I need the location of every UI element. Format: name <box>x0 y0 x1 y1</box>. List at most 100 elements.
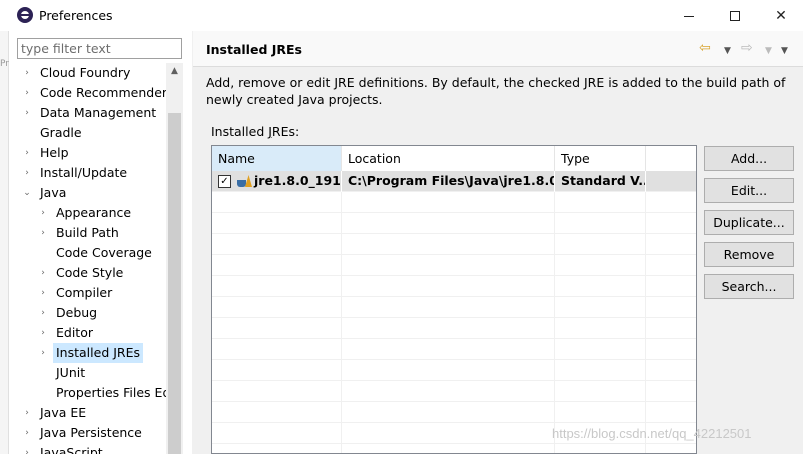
tree-scrollbar[interactable]: ▲ <box>166 63 183 454</box>
minimize-button[interactable] <box>666 0 712 31</box>
table-row[interactable]: ✓ jre1.8.0_191 ...C:\Program Files\Java\j… <box>212 171 696 192</box>
empty-cell <box>212 192 342 213</box>
tree-item-label: Install/Update <box>40 165 128 180</box>
page-header: Installed JREs ⇦ ▼ ⇨ ▼ ▼ <box>193 31 803 67</box>
tree-item-label: JUnit <box>56 365 86 380</box>
back-arrow-icon[interactable]: ⇦ <box>699 40 711 56</box>
empty-cell <box>212 381 342 402</box>
empty-cell <box>555 444 646 453</box>
column-header-type[interactable]: Type <box>555 146 646 171</box>
empty-cell <box>555 192 646 213</box>
background-window-edge: Pr <box>0 31 9 454</box>
empty-table-row[interactable] <box>212 402 696 423</box>
empty-cell <box>555 297 646 318</box>
empty-cell <box>555 213 646 234</box>
jre-icon <box>236 175 252 188</box>
installed-jres-label: Installed JREs: <box>211 124 300 139</box>
cell-name: ✓ jre1.8.0_191 ... <box>212 171 342 192</box>
empty-cell <box>555 276 646 297</box>
back-dropdown-icon[interactable]: ▼ <box>724 43 731 59</box>
expand-arrow-icon[interactable]: › <box>37 203 49 223</box>
empty-table-row[interactable] <box>212 276 696 297</box>
forward-dropdown-icon[interactable]: ▼ <box>765 43 772 59</box>
cell-location: C:\Program Files\Java\jre1.8.0_... <box>342 171 555 192</box>
expand-arrow-icon[interactable]: › <box>37 263 49 283</box>
close-button[interactable]: ✕ <box>758 0 803 31</box>
expand-arrow-icon[interactable]: › <box>37 303 49 323</box>
expand-arrow-icon[interactable]: › <box>21 403 33 423</box>
empty-cell <box>342 192 555 213</box>
expand-arrow-icon[interactable]: › <box>21 443 33 454</box>
column-header-location[interactable]: Location <box>342 146 555 171</box>
eclipse-icon <box>17 7 33 23</box>
column-header-name[interactable]: Name <box>212 146 342 171</box>
tree-item-label: Debug <box>56 305 98 320</box>
expand-arrow-icon[interactable]: › <box>37 283 49 303</box>
expand-arrow-icon[interactable]: › <box>37 223 49 243</box>
window-title: Preferences <box>39 8 113 23</box>
empty-table-row[interactable] <box>212 381 696 402</box>
empty-cell <box>555 339 646 360</box>
background-window-text: Pr <box>0 59 9 69</box>
watermark: https://blog.csdn.net/qq_42212501 <box>552 426 752 441</box>
empty-cell <box>342 213 555 234</box>
tree-item-label: Editor <box>56 325 93 340</box>
scroll-up-icon[interactable]: ▲ <box>166 63 183 80</box>
empty-cell <box>342 297 555 318</box>
remove-button[interactable]: Remove <box>704 242 794 267</box>
expand-arrow-icon[interactable]: › <box>21 423 33 443</box>
empty-table-row[interactable] <box>212 339 696 360</box>
empty-cell <box>342 234 555 255</box>
expand-arrow-icon <box>37 363 49 383</box>
duplicate-button[interactable]: Duplicate... <box>704 210 794 235</box>
empty-cell <box>555 255 646 276</box>
empty-cell <box>342 276 555 297</box>
empty-cell <box>342 402 555 423</box>
expand-arrow-icon[interactable]: › <box>37 343 49 363</box>
search-button[interactable]: Search... <box>704 274 794 299</box>
empty-table-row[interactable] <box>212 255 696 276</box>
empty-cell <box>342 339 555 360</box>
empty-table-row[interactable] <box>212 192 696 213</box>
empty-cell <box>342 318 555 339</box>
empty-table-row[interactable] <box>212 360 696 381</box>
view-menu-icon[interactable]: ▼ <box>781 43 788 59</box>
maximize-button[interactable] <box>712 0 758 31</box>
collapse-arrow-icon[interactable]: ⌄ <box>21 183 33 203</box>
scroll-thumb[interactable] <box>168 113 181 454</box>
expand-arrow-icon[interactable]: › <box>21 63 33 83</box>
tree-item-label: Help <box>40 145 69 160</box>
expand-arrow-icon[interactable]: › <box>21 163 33 183</box>
tree-item-label: Cloud Foundry <box>40 65 131 80</box>
expand-arrow-icon[interactable]: › <box>21 83 33 103</box>
edit-button[interactable]: Edit... <box>704 178 794 203</box>
empty-cell <box>212 276 342 297</box>
filter-input[interactable] <box>17 38 182 59</box>
tree-item-label: Data Management <box>40 105 157 120</box>
empty-cell <box>212 297 342 318</box>
empty-table-row[interactable] <box>212 213 696 234</box>
preference-page: Installed JREs ⇦ ▼ ⇨ ▼ ▼ Add, remove or … <box>193 31 803 454</box>
empty-table-row[interactable] <box>212 444 696 453</box>
close-icon: ✕ <box>775 7 787 24</box>
expand-arrow-icon[interactable]: › <box>21 103 33 123</box>
empty-cell <box>212 423 342 444</box>
empty-table-row[interactable] <box>212 234 696 255</box>
table-header: Name Location Type <box>212 146 696 171</box>
jre-table[interactable]: Name Location Type ✓ jre1.8.0_191 ...C:\P… <box>211 145 697 454</box>
tree-item-label: Java <box>40 185 67 200</box>
expand-arrow-icon[interactable]: › <box>21 143 33 163</box>
empty-cell <box>212 213 342 234</box>
maximize-icon <box>730 10 740 21</box>
cell-type: Standard V... <box>555 171 646 192</box>
add-button[interactable]: Add... <box>704 146 794 171</box>
expand-arrow-icon[interactable]: › <box>37 323 49 343</box>
minimize-icon <box>684 16 694 17</box>
empty-table-row[interactable] <box>212 297 696 318</box>
jre-checkbox[interactable]: ✓ <box>218 175 231 188</box>
empty-table-row[interactable] <box>212 318 696 339</box>
tree-item-label: Build Path <box>56 225 119 240</box>
forward-arrow-icon[interactable]: ⇨ <box>741 40 753 56</box>
empty-cell <box>555 234 646 255</box>
empty-cell <box>555 360 646 381</box>
